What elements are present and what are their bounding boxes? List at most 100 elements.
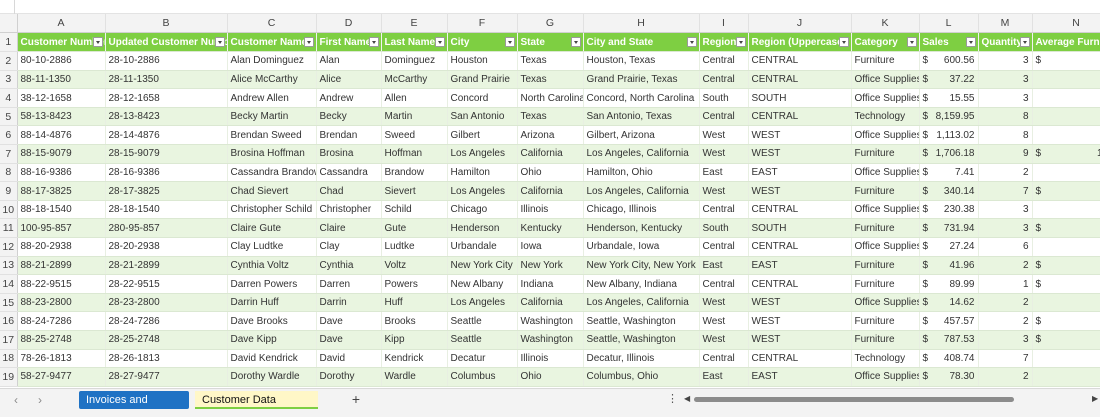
table-cell[interactable]: EAST <box>748 367 852 387</box>
table-cell[interactable]: Office Supplies <box>851 293 920 313</box>
table-cell[interactable]: California <box>517 181 584 201</box>
column-header[interactable]: A <box>17 14 106 34</box>
table-cell[interactable]: San Antonio <box>447 107 518 127</box>
table-cell[interactable]: Los Angeles <box>447 144 518 164</box>
table-cell[interactable]: 28-23-2800 <box>105 293 228 313</box>
table-cell[interactable]: 28-11-1350 <box>105 70 228 90</box>
table-cell[interactable]: 88-24-7286 <box>17 311 106 331</box>
column-header[interactable]: H <box>583 14 700 34</box>
table-cell[interactable]: Clay <box>316 237 382 257</box>
header-cell[interactable]: Updated Customer Number <box>105 32 228 53</box>
row-number[interactable]: 6 <box>0 125 18 146</box>
table-cell[interactable]: $1,706.18 <box>919 144 979 164</box>
table-cell[interactable]: Chad Sievert <box>227 181 317 201</box>
table-cell[interactable]: Illinois <box>517 200 584 220</box>
table-cell[interactable]: West <box>699 125 749 146</box>
table-cell[interactable] <box>1032 70 1100 90</box>
table-cell[interactable]: 2 <box>978 311 1033 331</box>
table-cell[interactable]: Brosina <box>316 144 382 164</box>
horizontal-scrollbar[interactable] <box>694 397 1090 402</box>
table-cell[interactable]: Furniture <box>851 274 920 294</box>
table-cell[interactable]: 58-13-8423 <box>17 107 106 127</box>
table-cell[interactable]: Office Supplies <box>851 237 920 257</box>
header-cell[interactable]: Average Furniture <box>1032 32 1100 53</box>
table-cell[interactable]: $60 <box>1032 51 1100 71</box>
row-number[interactable]: 15 <box>0 293 18 313</box>
filter-dropdown-icon[interactable] <box>570 37 581 48</box>
table-cell[interactable]: Brandow <box>381 163 448 183</box>
table-cell[interactable]: Dave Brooks <box>227 311 317 331</box>
table-cell[interactable]: Texas <box>517 70 584 90</box>
table-cell[interactable]: CENTRAL <box>748 70 852 90</box>
table-cell[interactable]: Dave Kipp <box>227 330 317 350</box>
table-cell[interactable]: Brooks <box>381 311 448 331</box>
row-number[interactable]: 17 <box>0 330 18 350</box>
table-cell[interactable]: Henderson, Kentucky <box>583 218 700 239</box>
table-cell[interactable]: $731.94 <box>919 218 979 239</box>
table-cell[interactable]: Christopher <box>316 200 382 220</box>
table-cell[interactable]: Furniture <box>851 330 920 350</box>
table-cell[interactable]: $78.30 <box>919 367 979 387</box>
table-cell[interactable]: CENTRAL <box>748 237 852 257</box>
table-cell[interactable]: $340.14 <box>919 181 979 201</box>
header-cell[interactable]: State <box>517 32 584 53</box>
table-cell[interactable]: 2 <box>978 293 1033 313</box>
row-number[interactable]: 14 <box>0 274 18 294</box>
table-cell[interactable]: 88-14-4876 <box>17 125 106 146</box>
table-cell[interactable]: West <box>699 144 749 164</box>
spreadsheet-grid[interactable]: A B C D E F G H I J K L M N 1 Customer N… <box>0 14 1100 388</box>
filter-dropdown-icon[interactable] <box>303 37 314 48</box>
table-cell[interactable]: David <box>316 349 382 369</box>
table-cell[interactable]: 3 <box>978 218 1033 239</box>
table-cell[interactable]: SOUTH <box>748 218 852 239</box>
table-cell[interactable]: 28-10-2886 <box>105 51 228 71</box>
table-cell[interactable]: Dominguez <box>381 51 448 71</box>
table-cell[interactable]: Los Angeles <box>447 181 518 201</box>
table-cell[interactable]: 28-17-3825 <box>105 181 228 201</box>
filter-dropdown-icon[interactable] <box>434 37 445 48</box>
row-number[interactable]: 18 <box>0 349 18 369</box>
column-header[interactable]: N <box>1032 14 1100 34</box>
table-cell[interactable]: 88-15-9079 <box>17 144 106 164</box>
scrollbar-thumb[interactable] <box>694 397 1014 402</box>
table-cell[interactable]: $89.99 <box>919 274 979 294</box>
table-cell[interactable] <box>1032 125 1100 146</box>
table-cell[interactable]: Houston, Texas <box>583 51 700 71</box>
table-cell[interactable]: Columbus, Ohio <box>583 367 700 387</box>
table-cell[interactable]: Urbandale <box>447 237 518 257</box>
table-cell[interactable]: Houston <box>447 51 518 71</box>
table-cell[interactable]: SOUTH <box>748 88 852 108</box>
header-cell[interactable]: Sales <box>919 32 979 53</box>
table-cell[interactable]: Darren Powers <box>227 274 317 294</box>
table-cell[interactable]: Alan Dominguez <box>227 51 317 71</box>
table-cell[interactable]: 28-14-4876 <box>105 125 228 146</box>
table-cell[interactable]: Office Supplies <box>851 200 920 220</box>
table-cell[interactable]: Dave <box>316 311 382 331</box>
filter-dropdown-icon[interactable] <box>735 37 746 48</box>
table-cell[interactable]: North Carolina <box>517 88 584 108</box>
row-number[interactable]: 11 <box>0 218 18 239</box>
table-cell[interactable]: Darrin <box>316 293 382 313</box>
table-cell[interactable]: WEST <box>748 144 852 164</box>
table-cell[interactable]: 7 <box>978 349 1033 369</box>
table-cell[interactable]: Darren <box>316 274 382 294</box>
header-cell[interactable]: Customer Number <box>17 32 106 53</box>
table-cell[interactable]: Alice McCarthy <box>227 70 317 90</box>
table-cell[interactable]: Chicago, Illinois <box>583 200 700 220</box>
table-cell[interactable]: Darrin Huff <box>227 293 317 313</box>
table-cell[interactable]: Hoffman <box>381 144 448 164</box>
table-cell[interactable]: Ohio <box>517 163 584 183</box>
table-cell[interactable]: Decatur, Illinois <box>583 349 700 369</box>
more-options-icon[interactable]: ⋮ <box>667 392 678 406</box>
table-cell[interactable]: Hamilton, Ohio <box>583 163 700 183</box>
table-cell[interactable]: $15.55 <box>919 88 979 108</box>
column-header[interactable]: D <box>316 14 382 34</box>
table-cell[interactable]: 280-95-857 <box>105 218 228 239</box>
table-cell[interactable]: Furniture <box>851 256 920 276</box>
table-cell[interactable]: $408.74 <box>919 349 979 369</box>
table-cell[interactable]: Furniture <box>851 218 920 239</box>
table-cell[interactable] <box>1032 200 1100 220</box>
table-cell[interactable]: $41.96 <box>919 256 979 276</box>
row-number[interactable]: 2 <box>0 51 18 71</box>
table-cell[interactable]: $34 <box>1032 181 1100 201</box>
